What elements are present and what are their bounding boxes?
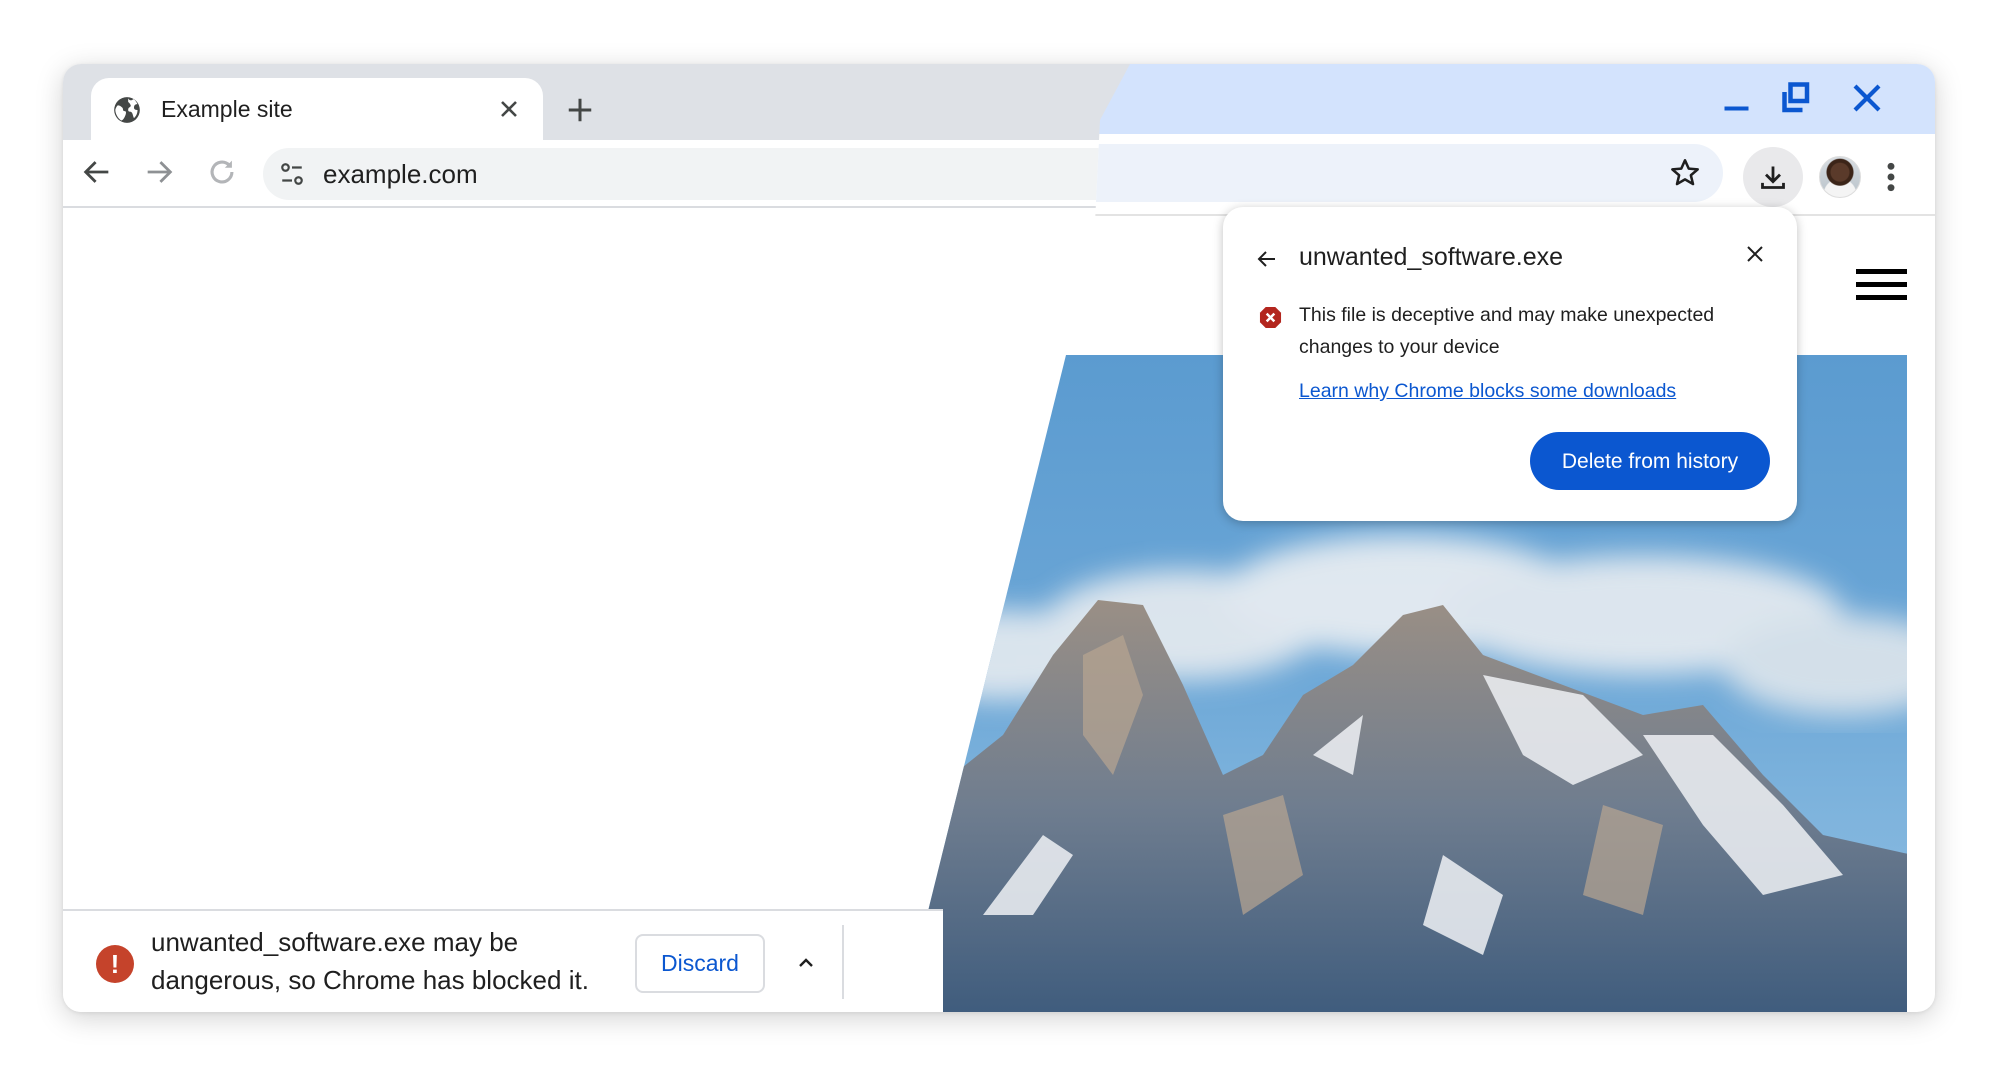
back-button[interactable]: [80, 155, 114, 189]
hamburger-icon[interactable]: [1856, 269, 1907, 301]
url-text[interactable]: example.com: [323, 158, 478, 190]
forward-button[interactable]: [142, 155, 176, 189]
close-icon[interactable]: [1743, 242, 1767, 266]
tab-close-icon[interactable]: [495, 95, 523, 123]
star-icon[interactable]: [1669, 157, 1701, 189]
kebab-menu-icon[interactable]: [1885, 161, 1897, 193]
tab-title: Example site: [161, 96, 293, 122]
close-window-button[interactable]: [1849, 80, 1885, 116]
downloads-button[interactable]: [1743, 147, 1803, 207]
download-shelf: ! unwanted_software.exe may be dangerous…: [63, 911, 943, 1012]
error-icon: [1259, 306, 1282, 329]
discard-button[interactable]: Discard: [635, 934, 765, 993]
restore-button[interactable]: [1777, 80, 1813, 116]
globe-icon: [114, 97, 140, 123]
new-tab-button[interactable]: [565, 95, 595, 125]
download-bubble: unwanted_software.exe This file is decep…: [1223, 207, 1797, 521]
delete-from-history-button[interactable]: Delete from history: [1530, 432, 1770, 490]
browser-window: Example site example.com unwanted_softwa…: [63, 64, 1935, 1012]
download-icon: [1761, 166, 1785, 189]
learn-more-link[interactable]: Learn why Chrome blocks some downloads: [1299, 378, 1676, 404]
download-filename: unwanted_software.exe: [1299, 243, 1564, 271]
warning-icon: !: [96, 945, 134, 983]
tune-icon[interactable]: [279, 161, 305, 187]
tab-example-site[interactable]: Example site: [91, 78, 543, 140]
avatar[interactable]: [1819, 156, 1861, 198]
shelf-message: unwanted_software.exe may be dangerous, …: [151, 927, 589, 995]
back-arrow-icon[interactable]: [1255, 247, 1279, 271]
minimize-button[interactable]: [1720, 80, 1756, 116]
reload-button[interactable]: [205, 155, 239, 189]
warning-message: This file is deceptive and may make unex…: [1299, 304, 1715, 358]
shelf-separator: [842, 925, 844, 999]
chevron-up-icon[interactable]: [794, 951, 818, 975]
